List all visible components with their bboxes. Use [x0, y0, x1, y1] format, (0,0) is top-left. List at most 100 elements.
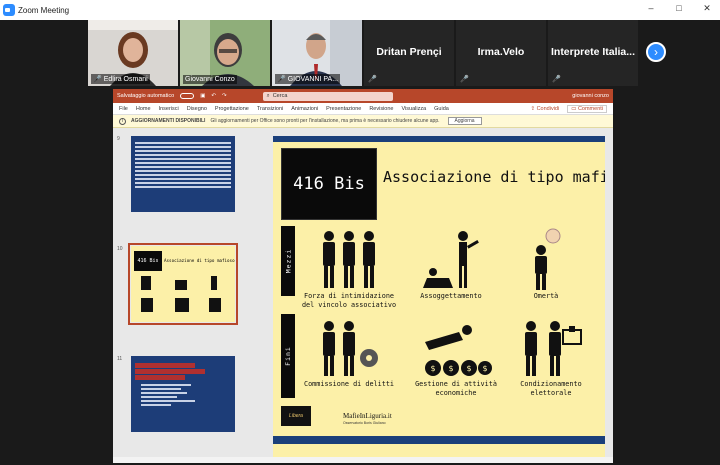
close-button[interactable]: ✕ — [700, 3, 714, 14]
update-infobar: i AGGIORNAMENTI DISPONIBILI Gli aggiorna… — [113, 115, 613, 128]
infobar-title: AGGIORNAMENTI DISPONIBILI — [131, 118, 206, 124]
participant-tile-active-speaker[interactable]: Giovanni Conzo — [180, 20, 270, 86]
mic-muted-icon: 🎤 — [552, 76, 561, 83]
tab-animations[interactable]: Animazioni — [291, 106, 318, 112]
money-bags-icon: $ $ $ $ — [425, 325, 492, 376]
participant-name: Dritan Prençi — [376, 46, 442, 58]
group-of-men-icon — [323, 231, 375, 288]
band-fini: Fini — [281, 314, 295, 398]
ballot-bribe-icon — [525, 321, 582, 376]
tab-review[interactable]: Revisione — [369, 106, 393, 112]
next-page-button[interactable]: › — [646, 42, 666, 62]
tab-transitions[interactable]: Transizioni — [257, 106, 283, 112]
slide-thumbnail-selected[interactable]: 416 Bis Associazione di tipo mafioso — [128, 243, 238, 325]
site-name: MafieInLiguria.it — [343, 412, 392, 420]
fini-label: Commissione di delitti — [303, 380, 395, 388]
save-icon[interactable]: ▣ — [200, 93, 205, 99]
ppt-statusbar — [113, 457, 613, 463]
search-box[interactable]: ⌕ Cerca — [262, 91, 393, 101]
crime-scene-icon — [323, 321, 378, 376]
undo-icon[interactable]: ↶ — [211, 93, 216, 99]
tab-insert[interactable]: Inserisci — [159, 106, 179, 112]
minimize-button[interactable]: – — [644, 3, 658, 14]
slide-title: Associazione di tipo mafioso — [383, 168, 605, 186]
mezzi-label: Omertà — [533, 292, 559, 300]
window-titlebar: Zoom Meeting – □ ✕ — [0, 0, 720, 20]
share-button[interactable]: ⇪ Condividi — [530, 106, 559, 112]
slide-number: 9 — [117, 136, 120, 142]
maximize-button[interactable]: □ — [672, 3, 686, 14]
fini-label: Gestione di attività economiche — [415, 380, 497, 397]
window-controls: – □ ✕ — [644, 3, 714, 14]
slide-canvas: 416 Bis Associazione di tipo mafioso Mez… — [246, 128, 613, 463]
fini-item: Condizionamento elettorale — [511, 318, 591, 398]
slide-number: 10 — [117, 246, 123, 252]
participant-name: 🎤 Edlira Osmani — [91, 74, 150, 84]
thumb-badge: 416 Bis — [134, 251, 162, 271]
autosave-label: Salvataggio automatico — [117, 93, 175, 99]
fini-item: $ $ $ $ Gestione di attività economiche — [411, 318, 501, 398]
silence-icon — [535, 228, 561, 290]
participant-tile[interactable]: Interprete Italia... 🎤 — [548, 20, 638, 86]
subjugation-icon — [423, 231, 479, 288]
svg-text:$: $ — [430, 364, 435, 373]
meeting-area: 🎤Edlira Osmani Giovanni Conzo � — [0, 20, 720, 465]
fini-label: Condizionamento elettorale — [520, 380, 582, 397]
svg-text:$: $ — [448, 364, 453, 373]
mic-muted-icon: 🎤 — [460, 76, 469, 83]
band-mezzi: Mezzi — [281, 226, 295, 296]
infobar-message: Gli aggiornamenti per Office sono pronti… — [210, 118, 440, 124]
slide-thumbnail[interactable] — [131, 136, 235, 212]
tab-home[interactable]: Home — [136, 106, 151, 112]
tab-view[interactable]: Visualizza — [401, 106, 426, 112]
mezzi-item: Forza di intimidazione del vincolo assoc… — [301, 228, 397, 310]
comment-icon: ▭ — [571, 105, 578, 112]
tab-slideshow[interactable]: Presentazione — [326, 106, 361, 112]
svg-text:$: $ — [482, 364, 487, 373]
tab-draw[interactable]: Disegno — [187, 106, 207, 112]
slide-thumbnails-pane: 9 10 416 Bis Associazione di tipo mafios… — [113, 128, 241, 463]
account-name[interactable]: giovanni conzo — [572, 93, 609, 99]
participant-tile[interactable]: 🎤 Edlira Osmani — [88, 20, 178, 86]
ribbon-tabs: File Home Inserisci Disegno Progettazion… — [113, 103, 613, 115]
fini-item: Commissione di delitti — [301, 318, 397, 389]
current-slide[interactable]: 416 Bis Associazione di tipo mafioso Mez… — [273, 136, 605, 458]
window-title: Zoom Meeting — [18, 5, 70, 15]
search-placeholder: Cerca — [272, 93, 288, 99]
mezzi-item: Assoggettamento — [411, 228, 491, 301]
slide-thumbnail[interactable] — [131, 356, 235, 432]
redo-icon[interactable]: ↷ — [222, 93, 227, 99]
thumb-title: Associazione di tipo mafioso — [164, 258, 235, 263]
participant-name: Irma.Velo — [477, 46, 525, 58]
site-subtitle: Osservatorio Boris Giuliano — [343, 421, 386, 425]
update-button[interactable]: Aggiorna — [447, 117, 482, 125]
slide-badge: 416 Bis — [281, 148, 377, 220]
mic-muted-icon: 🎤 — [368, 76, 377, 83]
comments-button[interactable]: ▭ Commenti — [567, 104, 607, 113]
autosave-toggle[interactable] — [180, 93, 195, 99]
ppt-titlebar: Salvataggio automatico ▣ ↶ ↷ ⌕ Cerca gio… — [113, 89, 613, 103]
search-icon: ⌕ — [266, 92, 270, 99]
info-icon: i — [119, 117, 126, 125]
tab-help[interactable]: Guida — [434, 106, 449, 112]
mic-muted-icon: 🎤 — [93, 76, 102, 83]
participant-tile[interactable]: 🎤 GIOVANNI PA... — [272, 20, 362, 86]
participant-name: Interprete Italia... — [550, 46, 636, 58]
thumb-figures — [141, 276, 221, 312]
participant-strip: 🎤Edlira Osmani Giovanni Conzo � — [88, 20, 638, 86]
mezzi-label: Forza di intimidazione del vincolo assoc… — [301, 292, 397, 309]
participant-name: 🎤 GIOVANNI PA... — [275, 74, 341, 84]
chevron-right-icon: › — [654, 45, 658, 59]
mezzi-label: Assoggettamento — [420, 292, 482, 300]
libera-logo: Libera — [281, 406, 311, 426]
tab-design[interactable]: Progettazione — [215, 106, 249, 112]
slide-number: 11 — [117, 356, 123, 362]
svg-text:$: $ — [466, 364, 471, 373]
participant-tile[interactable]: Dritan Prençi 🎤 — [364, 20, 454, 86]
shared-screen-powerpoint: Salvataggio automatico ▣ ↶ ↷ ⌕ Cerca gio… — [113, 89, 613, 463]
ppt-workspace: 9 10 416 Bis Associazione di tipo mafios… — [113, 128, 613, 463]
tab-file[interactable]: File — [119, 106, 128, 112]
mic-muted-icon: 🎤 — [277, 76, 286, 83]
zoom-logo-icon — [3, 4, 15, 16]
participant-tile[interactable]: Irma.Velo 🎤 — [456, 20, 546, 86]
